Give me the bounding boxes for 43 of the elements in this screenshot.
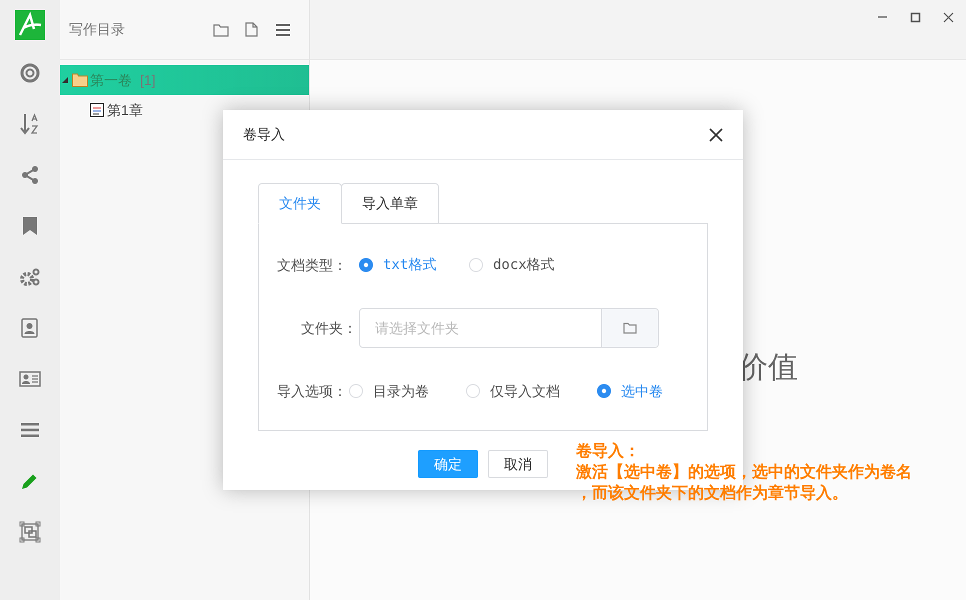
radio-button[interactable] xyxy=(466,384,480,398)
maximize-icon[interactable] xyxy=(910,12,921,23)
folder-icon[interactable] xyxy=(213,22,229,36)
app-logo xyxy=(15,10,45,40)
tree-label: 第一卷 xyxy=(90,70,132,90)
tree-label: 第1章 xyxy=(107,100,143,120)
cancel-button[interactable]: 取消 xyxy=(488,450,548,478)
sidebar-title: 写作目录 xyxy=(69,20,126,39)
dialog-title: 卷导入 xyxy=(243,125,286,144)
folder-input[interactable]: 请选择文件夹 xyxy=(360,309,601,347)
sort-icon[interactable] xyxy=(20,112,40,134)
radio-button[interactable] xyxy=(597,384,611,398)
field-label: 导入选项： xyxy=(277,382,348,400)
document-icon xyxy=(90,103,104,117)
close-icon[interactable] xyxy=(943,12,954,23)
bookmark-icon[interactable] xyxy=(23,216,37,234)
annotation-title: 卷导入： xyxy=(576,441,641,462)
menu-icon[interactable] xyxy=(276,24,290,36)
close-icon[interactable] xyxy=(709,128,723,142)
radio-option[interactable]: 仅导入文档 xyxy=(466,380,597,402)
radio-button[interactable] xyxy=(359,258,373,272)
menu-icon[interactable] xyxy=(21,422,39,436)
expand-arrow-icon[interactable] xyxy=(62,77,68,83)
tree-item[interactable]: 第1章 xyxy=(60,95,309,125)
frames-icon[interactable] xyxy=(19,520,41,542)
file-icon[interactable] xyxy=(245,22,258,37)
folder-picker[interactable]: 请选择文件夹 xyxy=(359,308,659,348)
folder-icon xyxy=(72,73,88,87)
tab[interactable]: 导入单章 xyxy=(341,183,439,224)
pencil-icon[interactable] xyxy=(21,472,39,490)
radio-button[interactable] xyxy=(349,384,363,398)
item-count: [1] xyxy=(140,70,156,90)
contact-book-icon[interactable] xyxy=(21,318,39,338)
radio-option[interactable]: 目录为卷 xyxy=(349,380,466,402)
field-label: 文档类型： xyxy=(277,256,348,274)
radio-option[interactable]: docx格式 xyxy=(469,254,579,276)
share-icon[interactable] xyxy=(21,166,39,184)
radio-button[interactable] xyxy=(469,258,483,272)
folder-icon[interactable] xyxy=(623,322,637,334)
field-label: 文件夹： xyxy=(300,318,358,338)
annotation-text: 激活【选中卷】的选项，选中的文件夹作为卷名 xyxy=(576,462,912,483)
annotation-text: ，而该文件夹下的文档作为章节导入。 xyxy=(576,483,849,504)
id-card-icon[interactable] xyxy=(19,370,41,386)
